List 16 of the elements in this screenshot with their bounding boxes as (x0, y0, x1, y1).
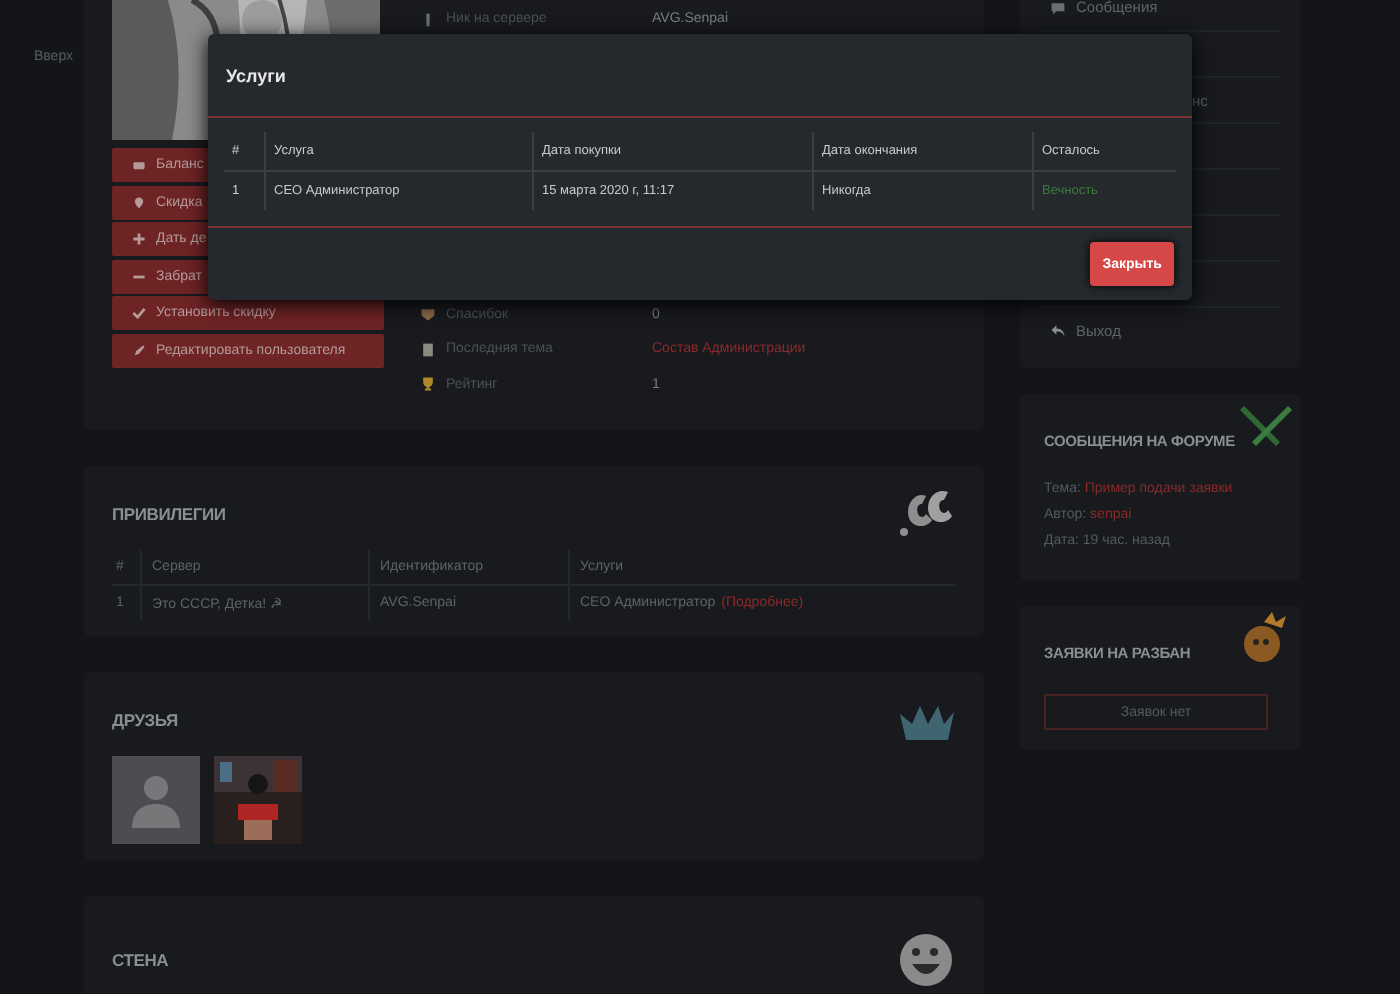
badge-icon (420, 306, 436, 323)
pencil-icon (132, 343, 146, 358)
reply-icon (1050, 322, 1066, 338)
check-icon (132, 306, 146, 321)
section-title: ПРИВИЛЕГИИ (112, 504, 226, 524)
dialog-title: Услуги (226, 65, 286, 85)
section-title: ДРУЗЬЯ (112, 710, 178, 730)
info-icon (420, 11, 436, 28)
plus-icon (132, 232, 146, 247)
section-title: СТЕНА (112, 950, 169, 970)
wallet-icon (132, 158, 146, 172)
trophy-icon (420, 376, 436, 393)
chat-icon (1050, 0, 1066, 15)
pin-icon (132, 195, 146, 210)
clipboard-icon (420, 341, 436, 358)
smiley-icon (896, 930, 956, 990)
